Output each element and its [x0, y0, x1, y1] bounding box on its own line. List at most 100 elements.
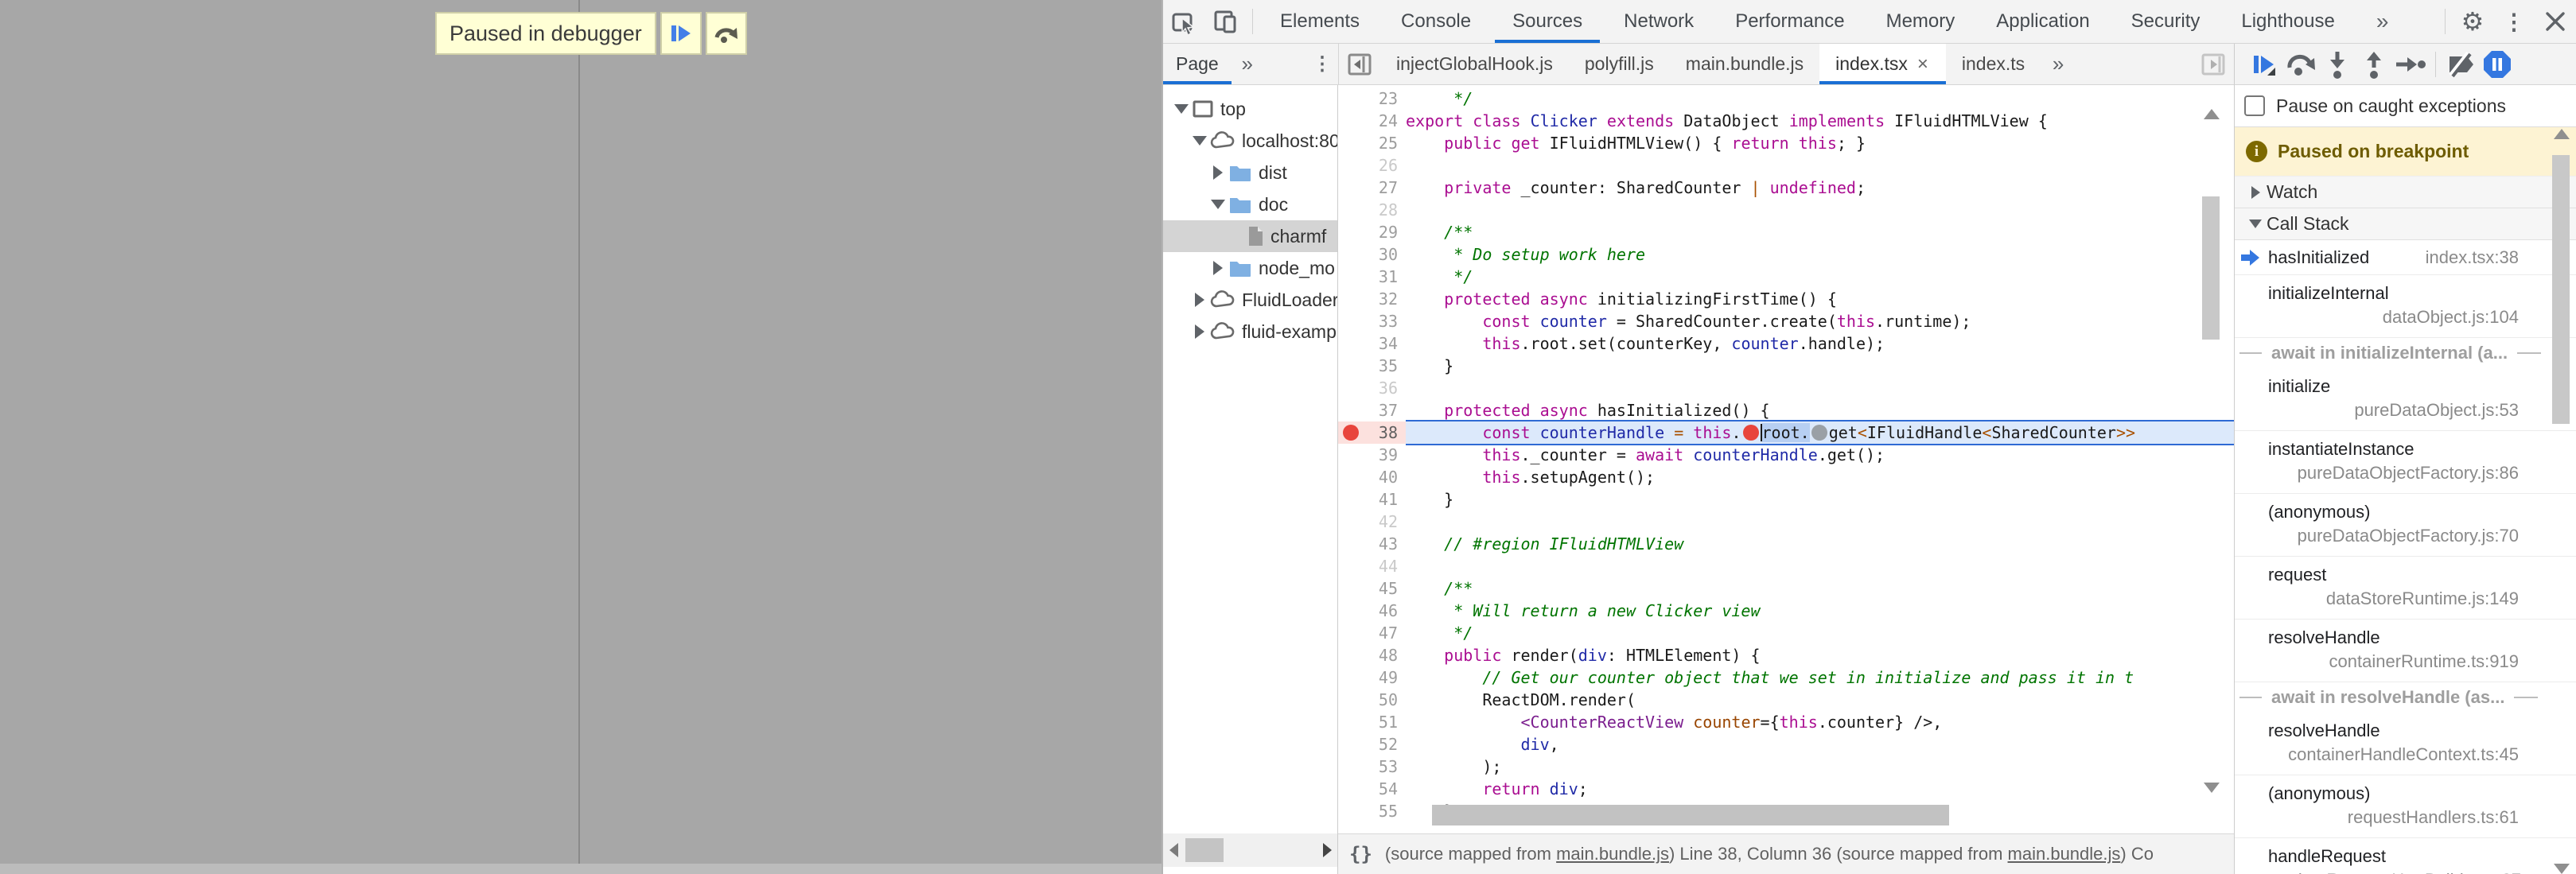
- line-content[interactable]: div,: [1406, 733, 2234, 756]
- watch-section-header[interactable]: Watch: [2235, 177, 2576, 208]
- code-line-36[interactable]: 36: [1338, 377, 2234, 399]
- pretty-print-button[interactable]: {}: [1349, 843, 1372, 865]
- code-line-46[interactable]: 46 * Will return a new Clicker view: [1338, 600, 2234, 622]
- tree-item-node_mo[interactable]: node_mo: [1163, 252, 1337, 284]
- line-content[interactable]: // Get our counter object that we set in…: [1406, 666, 2234, 689]
- code-line-42[interactable]: 42: [1338, 511, 2234, 533]
- code-line-29[interactable]: 29 /**: [1338, 221, 2234, 243]
- inline-breakpoint-active-icon[interactable]: [1742, 425, 1759, 441]
- tree-chevron-right-icon[interactable]: [1191, 293, 1208, 307]
- call-stack-frame-instantiateInstance[interactable]: instantiateInstance pureDataObjectFactory…: [2235, 431, 2576, 494]
- tree-item-dist[interactable]: dist: [1163, 157, 1337, 188]
- code-line-23[interactable]: 23 */: [1338, 87, 2234, 110]
- inline-breakpoint-candidate-icon[interactable]: [1811, 425, 1827, 441]
- line-number[interactable]: 53: [1338, 756, 1406, 778]
- code-line-39[interactable]: 39 this._counter = await counterHandle.g…: [1338, 444, 2234, 466]
- code-line-44[interactable]: 44: [1338, 555, 2234, 577]
- scroll-up-arrow-icon[interactable]: [2204, 109, 2220, 119]
- pause-on-caught-exceptions-checkbox[interactable]: [2244, 95, 2265, 116]
- line-number[interactable]: 49: [1338, 666, 1406, 689]
- scrollbar-thumb[interactable]: [2552, 155, 2570, 424]
- line-content[interactable]: // #region IFluidHTMLView: [1406, 533, 2234, 555]
- line-number[interactable]: 47: [1338, 622, 1406, 644]
- close-devtools-icon[interactable]: [2535, 1, 2576, 42]
- main-tab-network[interactable]: Network: [1603, 0, 1714, 43]
- tree-chevron-down-icon[interactable]: [1173, 104, 1190, 114]
- line-content[interactable]: [1406, 154, 2234, 177]
- tree-item-doc[interactable]: doc: [1163, 188, 1337, 220]
- call-stack-frame-anonymous[interactable]: (anonymous) pureDataObjectFactory.js:70: [2235, 494, 2576, 557]
- line-number[interactable]: 46: [1338, 600, 1406, 622]
- code-line-27[interactable]: 27 private _counter: SharedCounter | und…: [1338, 177, 2234, 199]
- call-stack-frame-hasInitialized[interactable]: hasInitialized index.tsx:38: [2235, 240, 2576, 275]
- sidebar-vertical-scrollbar[interactable]: [2552, 129, 2571, 874]
- call-stack-frame-handleRequest[interactable]: handleRequest runtimeRequestH...rBuilder.…: [2235, 838, 2576, 874]
- line-number[interactable]: 36: [1338, 377, 1406, 399]
- call-stack-frame-resolveHandle[interactable]: resolveHandle containerHandleContext.ts:4…: [2235, 713, 2576, 775]
- step-out-button[interactable]: [2356, 46, 2392, 83]
- line-number[interactable]: 33: [1338, 310, 1406, 332]
- status-source-link[interactable]: main.bundle.js: [2008, 844, 2121, 864]
- line-number[interactable]: 54: [1338, 778, 1406, 800]
- main-tab-security[interactable]: Security: [2111, 0, 2221, 43]
- tree-chevron-right-icon[interactable]: [1209, 165, 1227, 180]
- line-number[interactable]: 31: [1338, 266, 1406, 288]
- kebab-menu-icon[interactable]: ⋮: [2493, 1, 2535, 42]
- main-tab-elements[interactable]: Elements: [1259, 0, 1380, 43]
- main-tab-sources[interactable]: Sources: [1492, 0, 1603, 43]
- main-tab-console[interactable]: Console: [1380, 0, 1492, 43]
- code-line-54[interactable]: 54 return div;: [1338, 778, 2234, 800]
- file-tab-index.ts[interactable]: index.ts: [1946, 44, 2041, 84]
- line-content[interactable]: * Will return a new Clicker view: [1406, 600, 2234, 622]
- main-tab-memory[interactable]: Memory: [1866, 0, 1976, 43]
- line-content[interactable]: protected async hasInitialized() {: [1406, 399, 2234, 421]
- call-stack-frame-anonymous[interactable]: (anonymous) requestHandlers.ts:61: [2235, 775, 2576, 838]
- line-number[interactable]: 52: [1338, 733, 1406, 756]
- tree-chevron-down-icon[interactable]: [1191, 136, 1208, 146]
- line-content[interactable]: this._counter = await counterHandle.get(…: [1406, 444, 2234, 466]
- navigator-horizontal-scrollbar[interactable]: [1163, 833, 1337, 867]
- scroll-left-arrow-icon[interactable]: [1163, 843, 1184, 857]
- file-tab-injectGlobalHook.js[interactable]: injectGlobalHook.js: [1380, 44, 1569, 84]
- line-number[interactable]: 37: [1338, 399, 1406, 421]
- pause-on-caught-exceptions-row[interactable]: Pause on caught exceptions: [2235, 85, 2576, 127]
- code-line-43[interactable]: 43 // #region IFluidHTMLView: [1338, 533, 2234, 555]
- line-number[interactable]: 28: [1338, 199, 1406, 221]
- code-line-38[interactable]: 38 const counterHandle = this. root. get<I…: [1338, 421, 2234, 444]
- step-over-button[interactable]: [2282, 46, 2319, 83]
- tree-chevron-right-icon[interactable]: [1209, 261, 1227, 275]
- line-number[interactable]: 42: [1338, 511, 1406, 533]
- settings-gear-icon[interactable]: ⚙: [2452, 1, 2493, 42]
- collapse-navigator-icon[interactable]: [1339, 44, 1380, 85]
- scroll-down-arrow-icon[interactable]: [2554, 864, 2570, 874]
- line-number[interactable]: 38: [1338, 421, 1406, 444]
- code-line-35[interactable]: 35 }: [1338, 355, 2234, 377]
- line-content[interactable]: this.root.set(counterKey, counter.handle…: [1406, 332, 2234, 355]
- code-line-41[interactable]: 41 }: [1338, 488, 2234, 511]
- line-number[interactable]: 23: [1338, 87, 1406, 110]
- line-content[interactable]: /**: [1406, 577, 2234, 600]
- code-line-34[interactable]: 34 this.root.set(counterKey, counter.han…: [1338, 332, 2234, 355]
- line-content[interactable]: export class Clicker extends DataObject …: [1406, 110, 2234, 132]
- scroll-up-arrow-icon[interactable]: [2554, 129, 2570, 139]
- resume-script-execution-button[interactable]: [2246, 46, 2282, 83]
- code-line-37[interactable]: 37 protected async hasInitialized() {: [1338, 399, 2234, 421]
- code-line-25[interactable]: 25 public get IFluidHTMLView() { return …: [1338, 132, 2234, 154]
- code-line-28[interactable]: 28: [1338, 199, 2234, 221]
- more-tabs-button[interactable]: »: [2356, 9, 2410, 34]
- main-tab-lighthouse[interactable]: Lighthouse: [2220, 0, 2355, 43]
- line-number[interactable]: 25: [1338, 132, 1406, 154]
- line-content[interactable]: private _counter: SharedCounter | undefi…: [1406, 177, 2234, 199]
- line-content[interactable]: */: [1406, 87, 2234, 110]
- code-line-30[interactable]: 30 * Do setup work here: [1338, 243, 2234, 266]
- tree-item-top[interactable]: top: [1163, 93, 1337, 125]
- line-number[interactable]: 50: [1338, 689, 1406, 711]
- line-content[interactable]: [1406, 511, 2234, 533]
- line-number[interactable]: 26: [1338, 154, 1406, 177]
- scrollbar-thumb[interactable]: [2202, 196, 2220, 340]
- line-content[interactable]: /**: [1406, 221, 2234, 243]
- code-line-52[interactable]: 52 div,: [1338, 733, 2234, 756]
- code-lines[interactable]: 23 */24 export class Clicker extends Data…: [1338, 87, 2234, 822]
- call-stack-frame-resolveHandle[interactable]: resolveHandle containerRuntime.ts:919: [2235, 620, 2576, 682]
- line-number[interactable]: 55: [1338, 800, 1406, 822]
